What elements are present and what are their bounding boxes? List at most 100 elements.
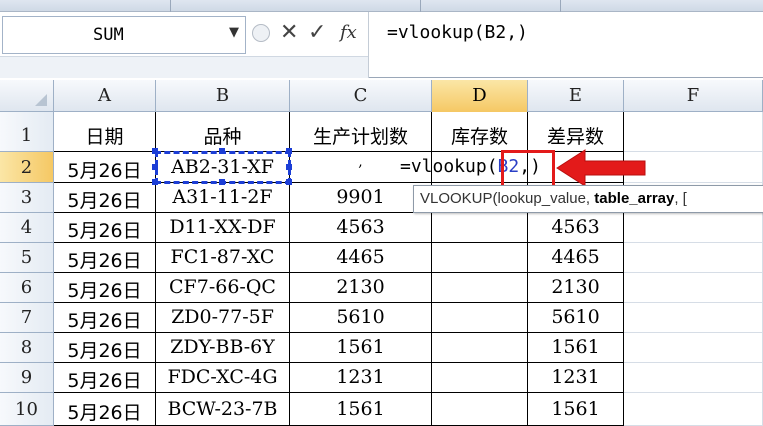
cell-a9[interactable]: 5月26日 bbox=[54, 363, 156, 393]
row-header-9[interactable]: 9 bbox=[0, 363, 54, 393]
cell-a7[interactable]: 5月26日 bbox=[54, 303, 156, 333]
cell-f6[interactable] bbox=[624, 273, 763, 303]
row-header-3[interactable]: 3 bbox=[0, 183, 54, 213]
cell-b8[interactable]: ZDY-BB-6Y bbox=[156, 333, 290, 363]
cell-f9[interactable] bbox=[624, 363, 763, 393]
cell-e10[interactable]: 1561 bbox=[528, 393, 624, 426]
cell-d6[interactable] bbox=[432, 273, 528, 303]
cell-a6[interactable]: 5月26日 bbox=[54, 273, 156, 303]
cell-b7[interactable]: ZD0-77-5F bbox=[156, 303, 290, 333]
cell-d1[interactable]: 库存数 bbox=[432, 112, 528, 152]
cell-a8[interactable]: 5月26日 bbox=[54, 333, 156, 363]
insert-function-icon[interactable]: fx bbox=[340, 22, 357, 43]
cell-b5[interactable]: FC1-87-XC bbox=[156, 243, 290, 273]
cell-text: 2130 bbox=[551, 276, 600, 298]
row-header-6[interactable]: 6 bbox=[0, 273, 54, 303]
cell-f8[interactable] bbox=[624, 333, 763, 363]
cell-a5[interactable]: 5月26日 bbox=[54, 243, 156, 273]
chevron-down-icon[interactable]: ▼ bbox=[229, 25, 239, 40]
cell-e4[interactable]: 4563 bbox=[528, 213, 624, 243]
selection-handle[interactable] bbox=[286, 148, 292, 154]
cell-text: 2130 bbox=[336, 276, 385, 298]
cell-d4[interactable] bbox=[432, 213, 528, 243]
column-header-a[interactable]: A bbox=[54, 80, 156, 112]
row-header-4[interactable]: 4 bbox=[0, 213, 54, 243]
row-header-10[interactable]: 10 bbox=[0, 393, 54, 426]
grip-icon[interactable] bbox=[252, 24, 270, 42]
cancel-icon[interactable]: ✕ bbox=[280, 20, 298, 45]
cell-d5[interactable] bbox=[432, 243, 528, 273]
cell-text: 4465 bbox=[551, 246, 600, 268]
cell-f7[interactable] bbox=[624, 303, 763, 333]
cell-d7[interactable] bbox=[432, 303, 528, 333]
cell-e1[interactable]: 差异数 bbox=[528, 112, 624, 152]
selection-handle[interactable] bbox=[152, 179, 158, 185]
cell-b1[interactable]: 品种 bbox=[156, 112, 290, 152]
tooltip-func: VLOOKUP( bbox=[420, 190, 498, 207]
cell-c7[interactable]: 5610 bbox=[290, 303, 432, 333]
row-header-8[interactable]: 8 bbox=[0, 333, 54, 363]
selection-handle[interactable] bbox=[219, 179, 225, 185]
cell-f5[interactable] bbox=[624, 243, 763, 273]
cell-text: 5月26日 bbox=[67, 280, 142, 302]
column-header-b[interactable]: B bbox=[156, 80, 290, 112]
column-header-e[interactable]: E bbox=[528, 80, 624, 112]
cell-c10[interactable]: 1561 bbox=[290, 393, 432, 426]
cell-c6[interactable]: 2130 bbox=[290, 273, 432, 303]
cell-f1[interactable] bbox=[624, 112, 763, 152]
cell-c9[interactable]: 1231 bbox=[290, 363, 432, 393]
cell-text: 4563 bbox=[336, 216, 385, 238]
cell-text: 5月26日 bbox=[67, 190, 142, 212]
cell-d10[interactable] bbox=[432, 393, 528, 426]
cell-a1[interactable]: 日期 bbox=[54, 112, 156, 152]
cell-b9[interactable]: FDC-XC-4G bbox=[156, 363, 290, 393]
cell-a2[interactable]: 5月26日 bbox=[54, 152, 156, 183]
formula-input[interactable]: =vlookup(B2,) bbox=[368, 12, 763, 78]
selection-handle[interactable] bbox=[286, 179, 292, 185]
select-all-corner[interactable] bbox=[0, 80, 54, 112]
cell-c3[interactable]: 9901 bbox=[290, 183, 432, 213]
column-header-f[interactable]: F bbox=[624, 80, 763, 112]
cell-e8[interactable]: 1561 bbox=[528, 333, 624, 363]
cell-text: 差异数 bbox=[546, 126, 604, 148]
column-header-c[interactable]: C bbox=[290, 80, 432, 112]
cell-b6[interactable]: CF7-66-QC bbox=[156, 273, 290, 303]
selection-handle[interactable] bbox=[219, 148, 225, 154]
row-header-5[interactable]: 5 bbox=[0, 243, 54, 273]
row-header-7[interactable]: 7 bbox=[0, 303, 54, 333]
cell-e9[interactable]: 1231 bbox=[528, 363, 624, 393]
cell-c1[interactable]: 生产计划数 bbox=[290, 112, 432, 152]
cell-d8[interactable] bbox=[432, 333, 528, 363]
select-all-icon bbox=[35, 94, 47, 106]
cell-text: 5月26日 bbox=[67, 220, 142, 242]
cell-a4[interactable]: 5月26日 bbox=[54, 213, 156, 243]
cell-a10[interactable]: 5月26日 bbox=[54, 393, 156, 426]
enter-icon[interactable]: ✓ bbox=[308, 20, 326, 45]
row-header-2[interactable]: 2 bbox=[0, 152, 54, 183]
cell-b4[interactable]: D11-XX-DF bbox=[156, 213, 290, 243]
cell-text: 5月26日 bbox=[67, 159, 142, 182]
cell-c4[interactable]: 4563 bbox=[290, 213, 432, 243]
cell-b10[interactable]: BCW-23-7B bbox=[156, 393, 290, 426]
annotation-arrow-icon bbox=[556, 149, 646, 187]
cell-f10[interactable] bbox=[624, 393, 763, 426]
cell-c8[interactable]: 1561 bbox=[290, 333, 432, 363]
cell-e5[interactable]: 4465 bbox=[528, 243, 624, 273]
selection-handle[interactable] bbox=[286, 163, 292, 170]
cell-a3[interactable]: 5月26日 bbox=[54, 183, 156, 213]
cell-c5[interactable]: 4465 bbox=[290, 243, 432, 273]
cell-e6[interactable]: 2130 bbox=[528, 273, 624, 303]
cell-e7[interactable]: 5610 bbox=[528, 303, 624, 333]
name-box[interactable]: SUM ▼ bbox=[2, 16, 246, 54]
column-header-d[interactable]: D bbox=[432, 80, 528, 112]
tooltip-arg2[interactable]: table_array bbox=[594, 190, 674, 207]
selection-handle[interactable] bbox=[152, 163, 158, 170]
row-header-1[interactable]: 1 bbox=[0, 112, 54, 152]
ribbon-separator bbox=[560, 0, 561, 12]
cell-text: 4465 bbox=[336, 246, 385, 268]
cell-b3[interactable]: A31-11-2F bbox=[156, 183, 290, 213]
cell-text: 5610 bbox=[551, 306, 600, 328]
selection-handle[interactable] bbox=[152, 148, 158, 154]
cell-f4[interactable] bbox=[624, 213, 763, 243]
cell-d9[interactable] bbox=[432, 363, 528, 393]
